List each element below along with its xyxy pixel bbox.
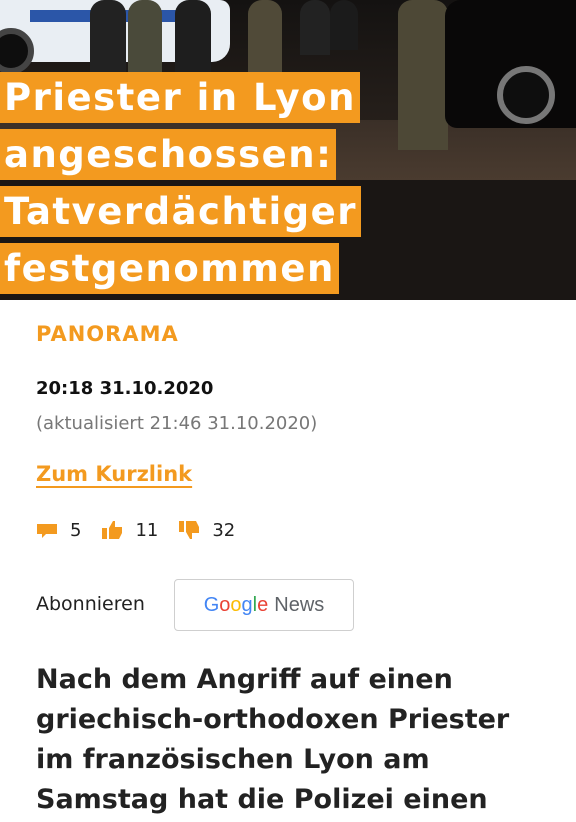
thumbs-up-icon[interactable] (101, 519, 123, 541)
hero-image: Priester in Lyon angeschossen: Tatverdäc… (0, 0, 576, 300)
headline-line-1: Priester in Lyon (0, 72, 360, 123)
article-lead: Nach dem Angriff auf einen griechisch-or… (36, 664, 510, 815)
dark-car (445, 0, 576, 128)
google-news-button[interactable]: Google News (174, 579, 354, 631)
updated-date: (aktualisiert 21:46 31.10.2020) (36, 413, 318, 434)
comment-icon[interactable] (36, 519, 58, 541)
headline-line-4: festgenommen (0, 243, 339, 294)
like-count: 11 (135, 519, 159, 541)
thumbs-down-icon[interactable] (178, 519, 200, 541)
subscribe-label: Abonnieren (36, 593, 145, 615)
published-date: 20:18 31.10.2020 (36, 378, 214, 399)
shortlink-link[interactable]: Zum Kurzlink (36, 462, 192, 486)
google-news-label: News (274, 593, 325, 616)
article-stats: 5 11 32 (36, 516, 255, 544)
comment-count: 5 (70, 519, 82, 541)
dislike-count: 32 (212, 519, 236, 541)
headline-line-3: Tatverdächtiger (0, 186, 362, 237)
headline-line-2: angeschossen: (0, 129, 337, 180)
category-link[interactable]: PANORAMA (36, 322, 179, 346)
google-logo: Google (203, 593, 269, 616)
